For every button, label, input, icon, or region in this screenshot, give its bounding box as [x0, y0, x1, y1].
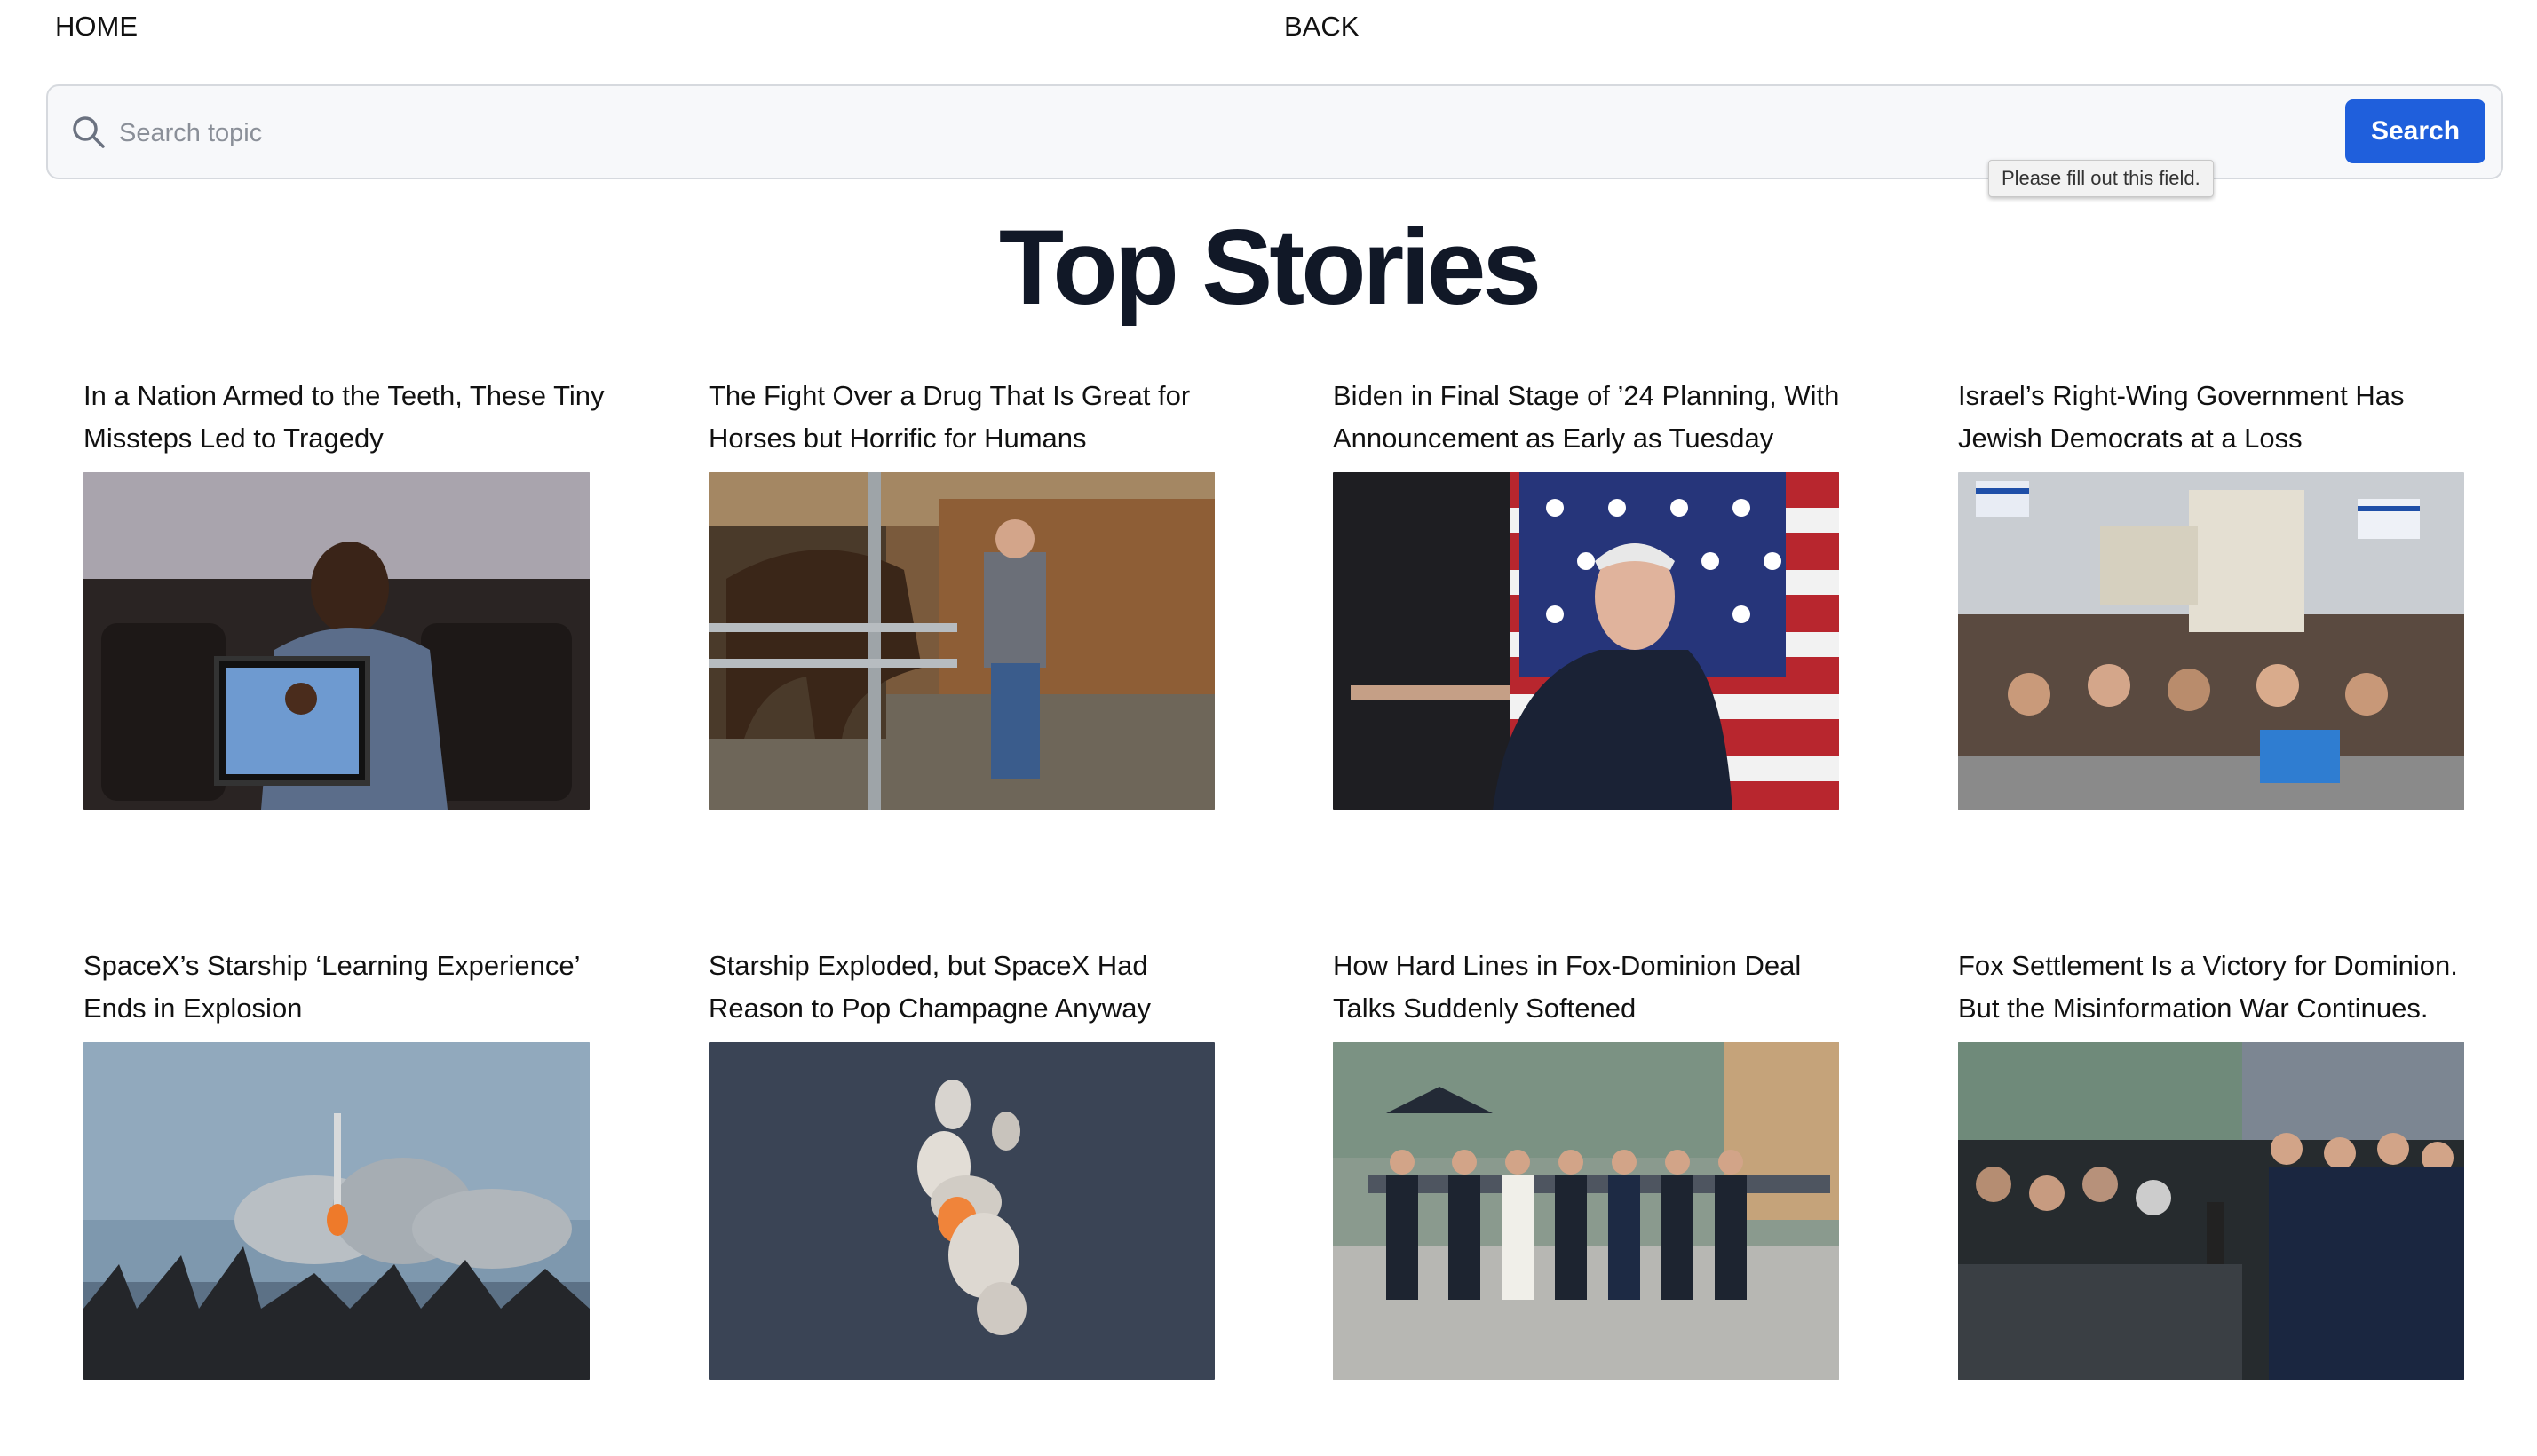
- story-image[interactable]: [1958, 472, 2464, 810]
- story-card: Starship Exploded, but SpaceX Had Reason…: [709, 945, 1241, 1380]
- page-title: Top Stories: [998, 208, 1542, 327]
- search-input[interactable]: [119, 102, 2357, 164]
- story-title[interactable]: Biden in Final Stage of ’24 Planning, Wi…: [1333, 375, 1866, 460]
- story-title[interactable]: Starship Exploded, but SpaceX Had Reason…: [709, 945, 1241, 1030]
- story-image[interactable]: [709, 472, 1215, 810]
- story-image[interactable]: [1333, 1042, 1839, 1380]
- validation-tooltip: Please fill out this field.: [1988, 160, 2214, 197]
- story-image[interactable]: [1958, 1042, 2464, 1380]
- story-card: Israel’s Right-Wing Government Has Jewis…: [1958, 375, 2491, 810]
- story-title[interactable]: Israel’s Right-Wing Government Has Jewis…: [1958, 375, 2491, 460]
- home-link[interactable]: HOME: [55, 11, 138, 43]
- story-image[interactable]: [83, 472, 590, 810]
- search-icon: [73, 116, 105, 148]
- story-card: Fox Settlement Is a Victory for Dominion…: [1958, 945, 2491, 1380]
- story-title[interactable]: The Fight Over a Drug That Is Great for …: [709, 375, 1241, 460]
- story-card: The Fight Over a Drug That Is Great for …: [709, 375, 1241, 810]
- story-title[interactable]: How Hard Lines in Fox-Dominion Deal Talk…: [1333, 945, 1866, 1030]
- story-card: Biden in Final Stage of ’24 Planning, Wi…: [1333, 375, 1866, 810]
- story-card: SpaceX’s Starship ‘Learning Experience’ …: [83, 945, 616, 1380]
- story-image[interactable]: [83, 1042, 590, 1380]
- story-title[interactable]: In a Nation Armed to the Teeth, These Ti…: [83, 375, 616, 460]
- story-title[interactable]: SpaceX’s Starship ‘Learning Experience’ …: [83, 945, 616, 1030]
- story-card: How Hard Lines in Fox-Dominion Deal Talk…: [1333, 945, 1866, 1380]
- story-title[interactable]: Fox Settlement Is a Victory for Dominion…: [1958, 945, 2491, 1030]
- story-image[interactable]: [1333, 472, 1839, 810]
- story-image[interactable]: [709, 1042, 1215, 1380]
- story-card: In a Nation Armed to the Teeth, These Ti…: [83, 375, 616, 810]
- search-button[interactable]: Search: [2345, 99, 2485, 163]
- back-link[interactable]: BACK: [1284, 11, 1359, 43]
